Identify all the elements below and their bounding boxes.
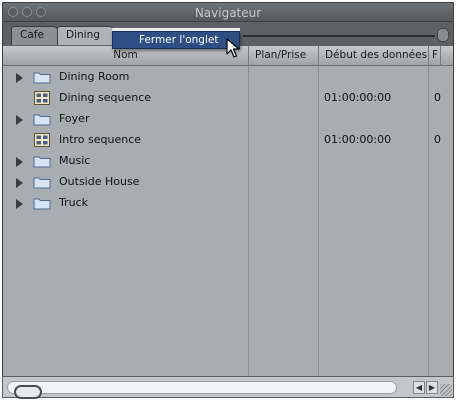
title-bar[interactable]: Navigateur [2, 2, 454, 22]
scrollbar-thumb[interactable] [14, 385, 42, 399]
list-item[interactable]: Foyer [3, 109, 453, 130]
tab-scroll-knob[interactable] [437, 28, 449, 42]
close-tab-menu-item[interactable]: Fermer l'onglet [139, 34, 218, 46]
bottom-scroll-bar: ◀ ▶ [2, 376, 454, 399]
disclosure-triangle-icon[interactable] [16, 178, 23, 188]
item-name: Dining sequence [59, 91, 152, 104]
column-extra-header[interactable]: F [429, 46, 441, 66]
folder-icon [33, 177, 51, 189]
list-item[interactable]: Outside House [3, 172, 453, 193]
mouse-cursor-icon [226, 38, 240, 58]
disclosure-triangle-icon[interactable] [16, 73, 23, 83]
item-extra: 0 [434, 91, 441, 104]
tab-cafe-label: Cafe [20, 29, 44, 41]
folder-icon [33, 198, 51, 210]
folder-icon [33, 114, 51, 126]
tab-dining-label: Dining [66, 29, 100, 41]
tab-cafe[interactable]: Cafe [11, 26, 59, 45]
browser-list: Nom Plan/Prise Début des données F Dinin… [2, 46, 454, 376]
list-item[interactable]: Dining sequence 01:00:00:00 0 [3, 88, 453, 109]
sequence-icon [34, 91, 50, 105]
disclosure-triangle-icon[interactable] [16, 157, 23, 167]
navigator-window: Navigateur Cafe Dining Nom Plan/Prise Dé… [2, 2, 454, 398]
column-media-start-header[interactable]: Début des données [319, 46, 429, 66]
item-name: Foyer [59, 112, 90, 125]
disclosure-triangle-icon[interactable] [16, 115, 23, 125]
folder-icon [33, 72, 51, 84]
item-name: Music [59, 154, 91, 167]
item-media-start: 01:00:00:00 [324, 91, 392, 104]
context-menu: Fermer l'onglet [112, 31, 240, 49]
item-name: Intro sequence [59, 133, 142, 146]
item-extra: 0 [434, 133, 441, 146]
list-item[interactable]: Truck [3, 193, 453, 214]
item-media-start: 01:00:00:00 [324, 133, 392, 146]
scroll-right-icon[interactable]: ▶ [426, 381, 438, 394]
tab-drag-indicator [243, 35, 435, 37]
resize-grip-icon[interactable] [440, 384, 452, 396]
column-clip-header[interactable]: Plan/Prise [249, 46, 319, 66]
tab-dining[interactable]: Dining [57, 26, 115, 45]
horizontal-scrollbar[interactable] [7, 381, 397, 399]
window-title: Navigateur [194, 6, 262, 20]
item-name: Truck [59, 196, 89, 209]
column-name-header[interactable]: Nom [3, 46, 249, 66]
item-name: Dining Room [59, 70, 130, 83]
list-item[interactable]: Music [3, 151, 453, 172]
folder-icon [33, 156, 51, 168]
sequence-icon [34, 133, 50, 147]
scroll-left-icon[interactable]: ◀ [413, 381, 425, 394]
item-name: Outside House [59, 175, 140, 188]
disclosure-triangle-icon[interactable] [16, 199, 23, 209]
list-item[interactable]: Intro sequence 01:00:00:00 0 [3, 130, 453, 151]
list-item[interactable]: Dining Room [3, 67, 453, 88]
